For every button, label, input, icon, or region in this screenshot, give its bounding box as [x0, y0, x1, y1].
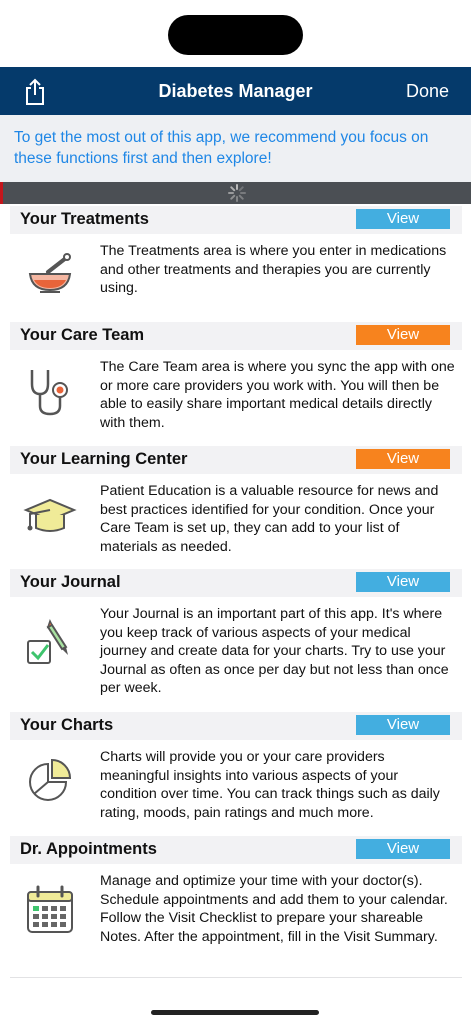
- section-header: Dr. Appointments View: [10, 836, 462, 864]
- mortar-pestle-icon: [28, 253, 72, 293]
- section-description: The Treatments area is where you enter i…: [100, 243, 447, 297]
- section-title: Your Treatments: [20, 210, 149, 228]
- share-button[interactable]: [20, 77, 50, 107]
- home-indicator: [151, 1010, 319, 1015]
- section-header: Your Learning Center View: [10, 446, 462, 474]
- section-description: Manage and optimize your time with your …: [100, 873, 448, 945]
- view-care-team-button[interactable]: View: [356, 325, 450, 345]
- section-header: Your Journal View: [10, 569, 462, 597]
- navigation-bar: Diabetes Manager Done: [0, 67, 471, 115]
- section-title: Your Care Team: [20, 326, 145, 344]
- share-icon: [26, 78, 44, 105]
- view-treatments-button[interactable]: View: [356, 209, 450, 229]
- section-description: The Care Team area is where you sync the…: [100, 359, 455, 431]
- section-learning-center: Your Learning Center View Patient Educat…: [10, 446, 462, 562]
- calendar-icon: [27, 885, 73, 933]
- section-description: Patient Education is a valuable resource…: [100, 483, 439, 555]
- nav-title: Diabetes Manager: [158, 81, 313, 101]
- recommendation-banner: To get the most out of this app, we reco…: [0, 115, 471, 182]
- section-appointments: Dr. Appointments View Manage and optimiz…: [10, 836, 462, 970]
- section-header: Your Treatments View: [10, 206, 462, 234]
- section-treatments: Your Treatments View The Treatments area…: [10, 206, 462, 314]
- divider: [10, 977, 462, 978]
- view-learning-center-button[interactable]: View: [356, 449, 450, 469]
- dynamic-island: [168, 15, 303, 55]
- pie-chart-icon: [29, 758, 72, 801]
- done-button[interactable]: Done: [406, 67, 449, 115]
- section-charts: Your Charts View Charts will provide you…: [10, 712, 462, 828]
- status-bar: [0, 0, 471, 67]
- section-description: Charts will provide you or your care pro…: [100, 749, 440, 821]
- section-title: Your Journal: [20, 573, 121, 591]
- section-care-team: Your Care Team View The Care Team area i…: [10, 322, 462, 440]
- section-header: Your Care Team View: [10, 322, 462, 350]
- graduation-cap-icon: [23, 498, 77, 532]
- loading-bar: [0, 182, 471, 204]
- view-charts-button[interactable]: View: [356, 715, 450, 735]
- section-description: Your Journal is an important part of thi…: [100, 606, 449, 697]
- view-appointments-button[interactable]: View: [356, 839, 450, 859]
- section-title: Your Charts: [20, 716, 114, 734]
- stethoscope-icon: [30, 370, 68, 416]
- section-header: Your Charts View: [10, 712, 462, 740]
- view-journal-button[interactable]: View: [356, 572, 450, 592]
- section-journal: Your Journal View Your Journal is an imp…: [10, 569, 462, 703]
- journal-pencil-icon: [27, 619, 68, 664]
- section-title: Dr. Appointments: [20, 840, 157, 858]
- spinner-icon: [228, 184, 246, 202]
- section-title: Your Learning Center: [20, 450, 188, 468]
